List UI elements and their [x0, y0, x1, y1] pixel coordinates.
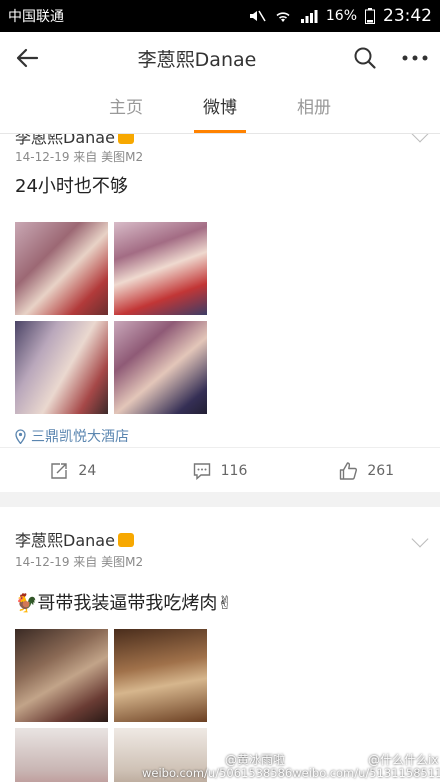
top-bar: 李蒽熙Danae: [0, 32, 440, 84]
mute-icon: [249, 10, 266, 22]
tab-weibo[interactable]: 微博: [192, 84, 248, 133]
search-icon: [354, 47, 376, 69]
battery-icon: [365, 8, 375, 24]
feed[interactable]: 李蒽熙Danae 14-12-19 来自 美图M2 24小时也不够 三鼎凯悦大酒…: [0, 134, 440, 782]
watermark-url: weibo.com/u/5061538586weibo.com/u/513115…: [142, 766, 440, 780]
wifi-icon: [276, 12, 290, 22]
battery-label: 16%: [325, 8, 357, 24]
post-actions: 24 116 261: [0, 447, 440, 493]
back-button[interactable]: [0, 32, 54, 84]
status-bar: 中国联通 16% 23:42: [0, 0, 440, 32]
post-text: 24小时也不够: [15, 176, 128, 197]
location-pin-icon: [15, 428, 26, 444]
verified-badge-icon: [117, 134, 134, 144]
location-link[interactable]: 三鼎凯悦大酒店: [15, 426, 129, 446]
location-label: 三鼎凯悦大酒店: [31, 429, 129, 445]
post-author[interactable]: 李蒽熙Danae: [15, 134, 134, 148]
tab-album[interactable]: 相册: [286, 84, 342, 133]
comment-count: 116: [220, 462, 248, 479]
post-photo[interactable]: [15, 321, 108, 414]
post-author[interactable]: 李蒽熙Danae: [15, 527, 134, 551]
like-button[interactable]: 261: [293, 448, 440, 493]
back-arrow-icon: [16, 48, 39, 68]
post-meta: 14-12-19 来自 美图M2: [15, 150, 144, 164]
comment-icon: [193, 462, 210, 480]
signal-icon: [300, 10, 318, 23]
post-text: 🐓哥带我装逼带我吃烤肉✌: [15, 593, 233, 614]
profile-tabs: 主页 微博 相册: [0, 84, 440, 134]
repost-icon: [51, 462, 68, 479]
clock: 23:42: [383, 6, 432, 26]
post-photo[interactable]: [15, 629, 108, 722]
post-photo[interactable]: [114, 629, 207, 722]
carrier-label: 中国联通: [8, 9, 64, 25]
repost-count: 24: [78, 462, 97, 479]
post-photo[interactable]: [15, 728, 108, 782]
like-count: 261: [367, 462, 395, 479]
page-title: 李蒽熙Danae: [137, 48, 257, 71]
repost-button[interactable]: 24: [0, 448, 147, 493]
post-photo[interactable]: [114, 321, 207, 414]
comment-button[interactable]: 116: [147, 448, 294, 493]
search-button[interactable]: [340, 32, 390, 84]
post-photo[interactable]: [15, 222, 108, 315]
verified-badge-icon: [117, 533, 134, 547]
post-card[interactable]: 李蒽熙Danae 14-12-19 来自 美图M2 🐓哥带我装逼带我吃烤肉✌: [0, 507, 440, 782]
tab-home[interactable]: 主页: [98, 84, 154, 133]
more-button[interactable]: [390, 32, 440, 84]
post-meta: 14-12-19 来自 美图M2: [15, 555, 144, 569]
more-icon: [402, 55, 428, 61]
post-card[interactable]: 李蒽熙Danae 14-12-19 来自 美图M2 24小时也不够 三鼎凯悦大酒…: [0, 134, 440, 492]
thumbs-up-icon: [340, 461, 358, 480]
post-photo[interactable]: [114, 222, 207, 315]
chevron-down-icon[interactable]: [411, 134, 429, 143]
chevron-down-icon[interactable]: [411, 530, 429, 548]
